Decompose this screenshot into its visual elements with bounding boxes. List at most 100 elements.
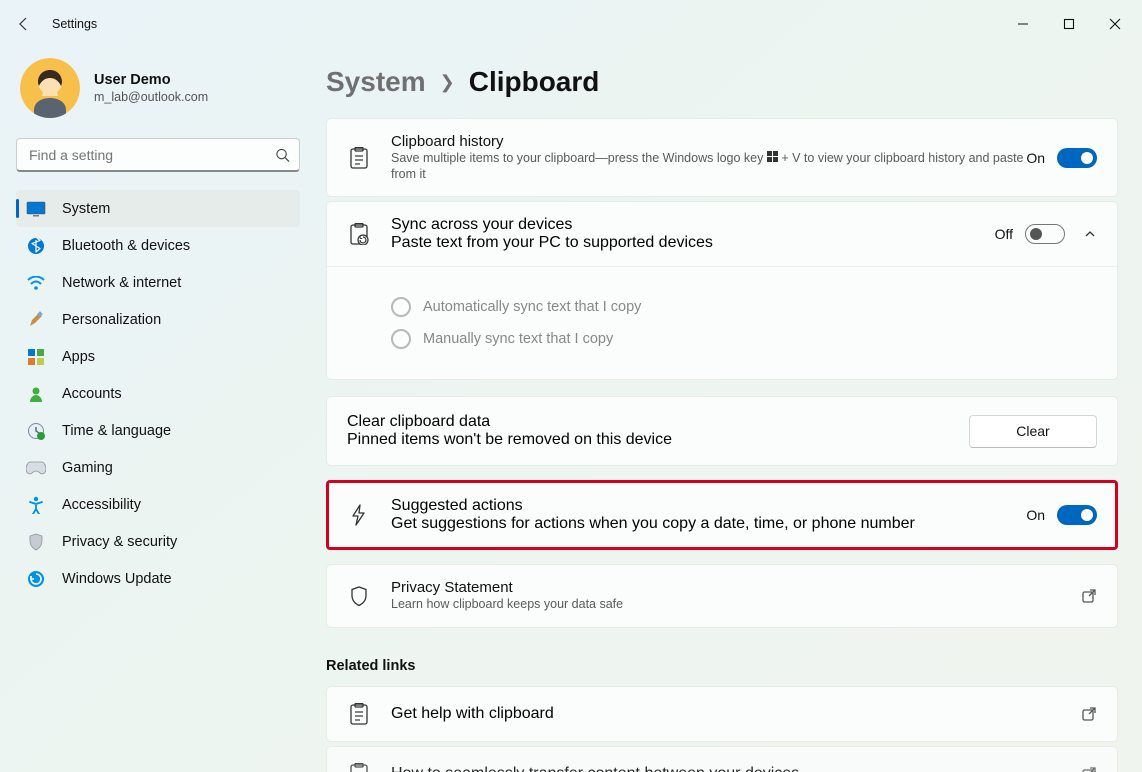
nav-item-personalization[interactable]: Personalization (16, 301, 300, 338)
apps-icon (26, 347, 46, 367)
card-title: Suggested actions (391, 497, 1026, 515)
sync-devices-header[interactable]: Sync across your devices Paste text from… (327, 202, 1117, 266)
nav-label: Accounts (62, 386, 122, 402)
main-content: System ❯ Clipboard Clipboard history Sav… (310, 48, 1142, 772)
toggle-state-label: On (1026, 507, 1045, 523)
windows-key-icon (767, 151, 778, 167)
sync-option-auto[interactable]: Automatically sync text that I copy (391, 297, 1097, 317)
sync-devices-toggle[interactable] (1025, 224, 1065, 244)
nav-item-time-language[interactable]: Time & language (16, 412, 300, 449)
nav-label: Personalization (62, 312, 161, 328)
nav-label: Accessibility (62, 497, 141, 513)
back-button[interactable] (4, 4, 44, 44)
nav-item-privacy[interactable]: Privacy & security (16, 523, 300, 560)
window-controls (1000, 8, 1138, 40)
card-desc: Save multiple items to your clipboard—pr… (391, 151, 1026, 182)
nav-item-windows-update[interactable]: Windows Update (16, 560, 300, 597)
card-desc: Learn how clipboard keeps your data safe (391, 597, 1081, 613)
suggested-actions-toggle[interactable] (1057, 505, 1097, 525)
nav-item-apps[interactable]: Apps (16, 338, 300, 375)
chevron-up-icon[interactable] (1083, 227, 1097, 241)
user-email: m_lab@outlook.com (94, 90, 208, 104)
toggle-state-label: On (1026, 150, 1045, 166)
card-title: Clear clipboard data (347, 413, 969, 431)
card-title: Privacy Statement (391, 579, 1081, 596)
nav-item-accounts[interactable]: Accounts (16, 375, 300, 412)
clipboard-history-card[interactable]: Clipboard history Save multiple items to… (326, 118, 1118, 197)
privacy-statement-card[interactable]: Privacy Statement Learn how clipboard ke… (326, 564, 1118, 628)
radio-icon (391, 329, 411, 349)
breadcrumb-current: Clipboard (469, 66, 600, 98)
privacy-icon (26, 532, 46, 552)
link-title: Get help with clipboard (391, 705, 1081, 723)
toggle-state-label: Off (995, 226, 1013, 242)
clipboard-icon (347, 703, 371, 725)
radio-label: Manually sync text that I copy (423, 331, 613, 347)
nav-label: Network & internet (62, 275, 181, 291)
personalization-icon (26, 310, 46, 330)
sidebar: User Demo m_lab@outlook.com System Bluet… (0, 48, 310, 772)
nav-label: Bluetooth & devices (62, 238, 190, 254)
nav-label: Privacy & security (62, 534, 177, 550)
system-icon (26, 199, 46, 219)
link-title: How to seamlessly transfer content betwe… (391, 765, 1081, 772)
clipboard-icon (347, 763, 371, 772)
radio-icon (391, 297, 411, 317)
user-block[interactable]: User Demo m_lab@outlook.com (20, 58, 300, 118)
search-icon (275, 148, 290, 163)
nav-label: Gaming (62, 460, 113, 476)
nav-label: Apps (62, 349, 95, 365)
shield-icon (347, 585, 371, 607)
card-desc: Get suggestions for actions when you cop… (391, 515, 1026, 533)
accessibility-icon (26, 495, 46, 515)
accounts-icon (26, 384, 46, 404)
suggested-actions-card[interactable]: Suggested actions Get suggestions for ac… (329, 483, 1115, 547)
chevron-right-icon: ❯ (440, 72, 455, 93)
sync-icon (347, 223, 371, 245)
sync-option-manual[interactable]: Manually sync text that I copy (391, 329, 1097, 349)
bluetooth-icon (26, 236, 46, 256)
nav-item-system[interactable]: System (16, 190, 300, 227)
nav-item-accessibility[interactable]: Accessibility (16, 486, 300, 523)
card-desc: Paste text from your PC to supported dev… (391, 234, 995, 252)
update-icon (26, 569, 46, 589)
time-icon (26, 421, 46, 441)
window-title: Settings (52, 17, 97, 31)
breadcrumb-parent[interactable]: System (326, 66, 426, 98)
clipboard-history-toggle[interactable] (1057, 148, 1097, 168)
card-desc: Pinned items won't be removed on this de… (347, 431, 969, 449)
nav-label: System (62, 201, 110, 217)
avatar (20, 58, 80, 118)
breadcrumb: System ❯ Clipboard (326, 66, 1118, 98)
search-input[interactable] (16, 138, 300, 172)
user-name: User Demo (94, 72, 208, 88)
radio-label: Automatically sync text that I copy (423, 299, 641, 315)
card-title: Sync across your devices (391, 216, 995, 234)
card-title: Clipboard history (391, 133, 1026, 150)
network-icon (26, 273, 46, 293)
minimize-button[interactable] (1000, 8, 1046, 40)
clear-button[interactable]: Clear (969, 415, 1097, 448)
related-links-heading: Related links (326, 658, 1118, 674)
nav: System Bluetooth & devices Network & int… (16, 190, 300, 597)
clear-clipboard-card: Clear clipboard data Pinned items won't … (326, 396, 1118, 466)
clipboard-icon (347, 147, 371, 169)
transfer-content-link[interactable]: How to seamlessly transfer content betwe… (326, 746, 1118, 772)
external-link-icon (1081, 588, 1097, 604)
close-button[interactable] (1092, 8, 1138, 40)
nav-label: Time & language (62, 423, 171, 439)
search-wrap (16, 138, 300, 172)
nav-item-network[interactable]: Network & internet (16, 264, 300, 301)
maximize-button[interactable] (1046, 8, 1092, 40)
external-link-icon (1081, 766, 1097, 772)
nav-item-gaming[interactable]: Gaming (16, 449, 300, 486)
suggested-actions-highlight: Suggested actions Get suggestions for ac… (326, 480, 1118, 550)
external-link-icon (1081, 706, 1097, 722)
lightning-icon (347, 504, 371, 526)
gaming-icon (26, 458, 46, 478)
sync-devices-card: Sync across your devices Paste text from… (326, 201, 1118, 380)
nav-item-bluetooth[interactable]: Bluetooth & devices (16, 227, 300, 264)
nav-label: Windows Update (62, 571, 172, 587)
help-clipboard-link[interactable]: Get help with clipboard (326, 686, 1118, 742)
titlebar: Settings (0, 0, 1142, 48)
